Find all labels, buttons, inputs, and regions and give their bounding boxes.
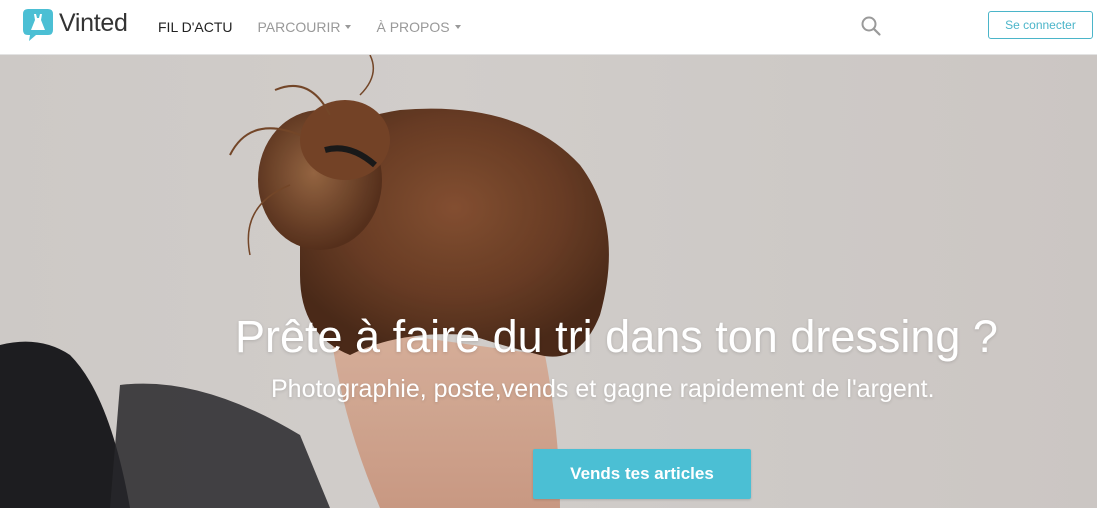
hero-banner: Prête à faire du tri dans ton dressing ?… bbox=[0, 55, 1097, 508]
caret-down-icon bbox=[345, 25, 352, 29]
hero-subtitle: Photographie, poste,vends et gagne rapid… bbox=[271, 375, 935, 403]
top-header: Vinted FIL D'ACTU PARCOURIR À PROPOS Se … bbox=[0, 0, 1097, 55]
dress-logo-icon bbox=[23, 9, 53, 41]
vinted-logo[interactable]: Vinted bbox=[22, 8, 128, 42]
brand-name: Vinted bbox=[59, 8, 128, 37]
caret-down-icon bbox=[454, 25, 461, 29]
nav-item-label: PARCOURIR bbox=[257, 19, 341, 35]
search-icon[interactable] bbox=[860, 15, 882, 37]
login-button[interactable]: Se connecter bbox=[988, 11, 1093, 39]
nav-item-label: FIL D'ACTU bbox=[158, 19, 233, 35]
sell-items-button[interactable]: Vends tes articles bbox=[533, 449, 751, 499]
nav-item-fil-actu[interactable]: FIL D'ACTU bbox=[158, 19, 233, 35]
main-nav: FIL D'ACTU PARCOURIR À PROPOS bbox=[158, 0, 486, 54]
hero-photo bbox=[0, 55, 1097, 508]
nav-item-parcourir[interactable]: PARCOURIR bbox=[258, 19, 352, 35]
nav-item-a-propos[interactable]: À PROPOS bbox=[376, 19, 461, 35]
hero-title: Prête à faire du tri dans ton dressing ? bbox=[235, 311, 998, 362]
nav-item-label: À PROPOS bbox=[376, 19, 450, 35]
